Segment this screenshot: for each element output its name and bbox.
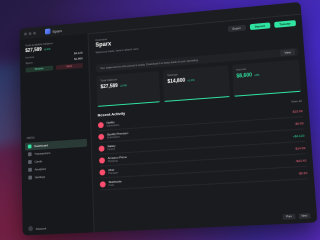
- balance-actions: Receive Send: [25, 63, 83, 73]
- transfer-button[interactable]: Transfer: [274, 20, 297, 28]
- notice-view-button[interactable]: View: [280, 48, 296, 57]
- activity-list: Netflix Subscription -$15.99 Spotify Pre…: [97, 104, 308, 191]
- card-icon: [28, 159, 32, 165]
- activity-title: Recent Activity: [97, 110, 126, 118]
- stat-value: $14,800: [167, 77, 186, 85]
- stat-card[interactable]: Income $8,600 +5%: [231, 59, 302, 97]
- list-item-amount: -$6.50: [297, 170, 308, 176]
- main-content: Overview Sparx Welcome back, here's what…: [91, 14, 317, 233]
- next-page-button[interactable]: Next: [298, 213, 311, 220]
- page-header: Overview Sparx Welcome back, here's what…: [95, 34, 138, 54]
- merchant-icon: [98, 156, 105, 164]
- header-actions: Export Deposit Transfer: [227, 20, 297, 33]
- balance-change-badge: +2.4%: [43, 47, 51, 52]
- list-item-amount: -$14.99: [294, 145, 306, 151]
- stat-value: $8,600: [236, 72, 253, 80]
- list-item-subtitle: Subscription: [106, 135, 120, 140]
- list-item-amount: -$23.40: [295, 157, 307, 163]
- merchant-icon: [98, 145, 105, 152]
- app-window: Sparx Total available balance $27,589 +2…: [19, 1, 318, 236]
- account-label: Account: [35, 225, 47, 231]
- balance-card: Total available balance $27,589 +2.4% In…: [25, 39, 83, 73]
- window-maximize-dot[interactable]: [33, 31, 36, 35]
- list-item-text: Netflix Subscription: [106, 120, 120, 128]
- merchant-icon: [99, 180, 106, 188]
- list-item-subtitle: Subscription: [106, 123, 120, 128]
- sidebar-item-label: Settings: [34, 174, 46, 180]
- account-switcher[interactable]: Account: [28, 225, 47, 232]
- merchant-icon: [99, 168, 106, 176]
- list-item-subtitle: Food: [108, 183, 115, 188]
- sidebar-item-label: Dashboard: [34, 143, 49, 149]
- balance-value: $27,589: [25, 46, 42, 54]
- stat-card[interactable]: Savings $14,800 +1.1%: [162, 65, 230, 102]
- sidebar-menu: Dashboard Transactions Cards Analytics S…: [24, 138, 88, 182]
- prev-page-button[interactable]: Prev: [282, 213, 296, 220]
- app-brand: Sparx: [44, 27, 62, 35]
- list-item-text: Spotify Premium Subscription: [107, 131, 129, 139]
- list-item-amount: +$4,120: [292, 133, 305, 138]
- balance-row-label: Spent: [25, 60, 33, 66]
- stat-accent-bar: [233, 90, 302, 97]
- window-close-dot[interactable]: [24, 32, 27, 36]
- sidebar: Total available balance $27,589 +2.4% In…: [19, 33, 95, 236]
- dashboard-icon: [27, 144, 32, 149]
- menu-section-label: MENU: [26, 135, 35, 140]
- list-item-text: Starbucks Food: [108, 179, 121, 187]
- app-name: Sparx: [52, 27, 62, 34]
- send-button[interactable]: Send: [55, 63, 83, 71]
- list-item-subtitle: Transport: [108, 171, 119, 176]
- deposit-button[interactable]: Deposit: [249, 22, 271, 31]
- pagination: Prev Next: [282, 213, 311, 220]
- list-item-text: Uber Transport: [108, 168, 119, 176]
- stat-value: $27,589: [100, 83, 118, 91]
- sidebar-item-label: Analytics: [34, 166, 47, 172]
- list-item-text: Salary Income: [107, 144, 115, 151]
- transactions-icon: [27, 152, 32, 157]
- list-item-amount: -$9.99: [294, 120, 304, 126]
- avatar: [28, 226, 33, 232]
- sidebar-item-label: Cards: [34, 159, 43, 164]
- balance-row-value: $1,860: [74, 56, 83, 61]
- stat-change-badge: +2.4%: [119, 84, 127, 88]
- stat-accent-bar: [164, 95, 230, 102]
- app-logo-icon: [44, 28, 51, 35]
- receive-button[interactable]: Receive: [25, 65, 53, 73]
- list-item-text: Amazon Prime Shopping: [108, 155, 127, 163]
- gear-icon: [28, 175, 33, 180]
- stat-accent-bar: [97, 100, 161, 107]
- activity-view-all-link[interactable]: View all: [291, 98, 302, 103]
- sidebar-item-label: Transactions: [34, 150, 51, 156]
- stat-change-badge: +1.1%: [187, 78, 195, 83]
- window-minimize-dot[interactable]: [28, 31, 32, 35]
- list-item-subtitle: Income: [107, 147, 116, 152]
- export-button[interactable]: Export: [227, 24, 246, 33]
- list-item-amount: -$15.99: [291, 108, 303, 114]
- balance-row-value: $4,120: [73, 50, 83, 56]
- list-item-subtitle: Shopping: [107, 159, 118, 164]
- analytics-icon: [28, 167, 32, 172]
- stat-change-badge: +5%: [254, 73, 260, 78]
- merchant-icon: [97, 121, 104, 128]
- stat-card[interactable]: Total balance $27,589 +2.4%: [96, 71, 161, 107]
- merchant-icon: [98, 133, 105, 140]
- balance-row-label: Income: [25, 54, 35, 60]
